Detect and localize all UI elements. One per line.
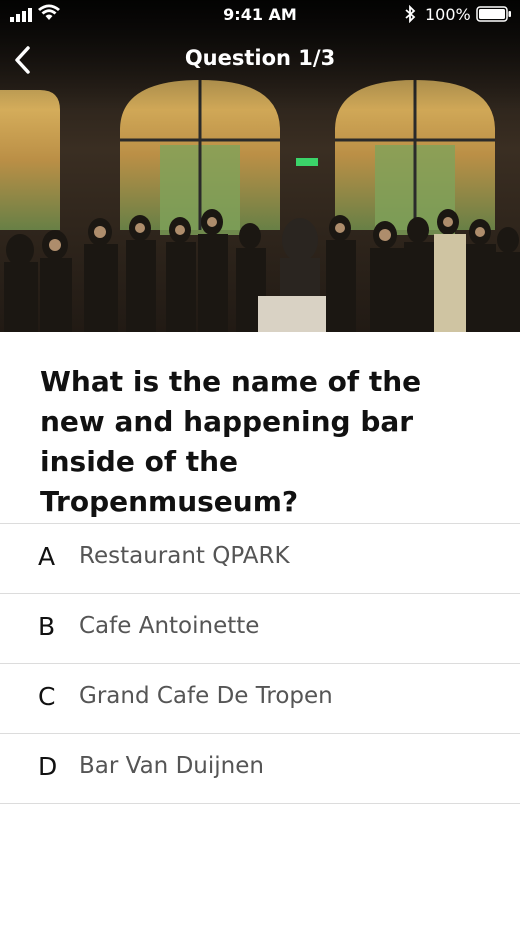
answer-option-a[interactable]: A Restaurant QPARK xyxy=(0,523,520,594)
answer-letter: B xyxy=(38,612,56,641)
question-text: What is the name of the new and happenin… xyxy=(40,365,422,518)
answer-option-c[interactable]: C Grand Cafe De Tropen xyxy=(0,664,520,734)
status-bar: 9:41 AM 100% xyxy=(0,0,520,30)
answer-label: Cafe Antoinette xyxy=(79,613,260,639)
battery-percentage: 100% xyxy=(425,5,471,24)
answer-label: Grand Cafe De Tropen xyxy=(79,683,333,709)
arched-window-left xyxy=(0,90,60,230)
answer-letter: D xyxy=(38,752,58,781)
answer-letter: A xyxy=(38,542,56,571)
answer-label: Restaurant QPARK xyxy=(79,543,290,569)
page-title: Question 1/3 xyxy=(184,46,336,70)
battery-icon xyxy=(476,6,511,22)
nav-bar: Question 1/3 xyxy=(0,40,520,80)
answer-list: A Restaurant QPARK B Cafe Antoinette C G… xyxy=(0,523,520,804)
answer-letter: C xyxy=(38,682,56,711)
answer-label: Bar Van Duijnen xyxy=(79,753,264,779)
exit-sign xyxy=(296,158,318,166)
answer-option-b[interactable]: B Cafe Antoinette xyxy=(0,594,520,664)
bluetooth-icon xyxy=(405,5,416,23)
answer-option-d[interactable]: D Bar Van Duijnen xyxy=(0,734,520,804)
